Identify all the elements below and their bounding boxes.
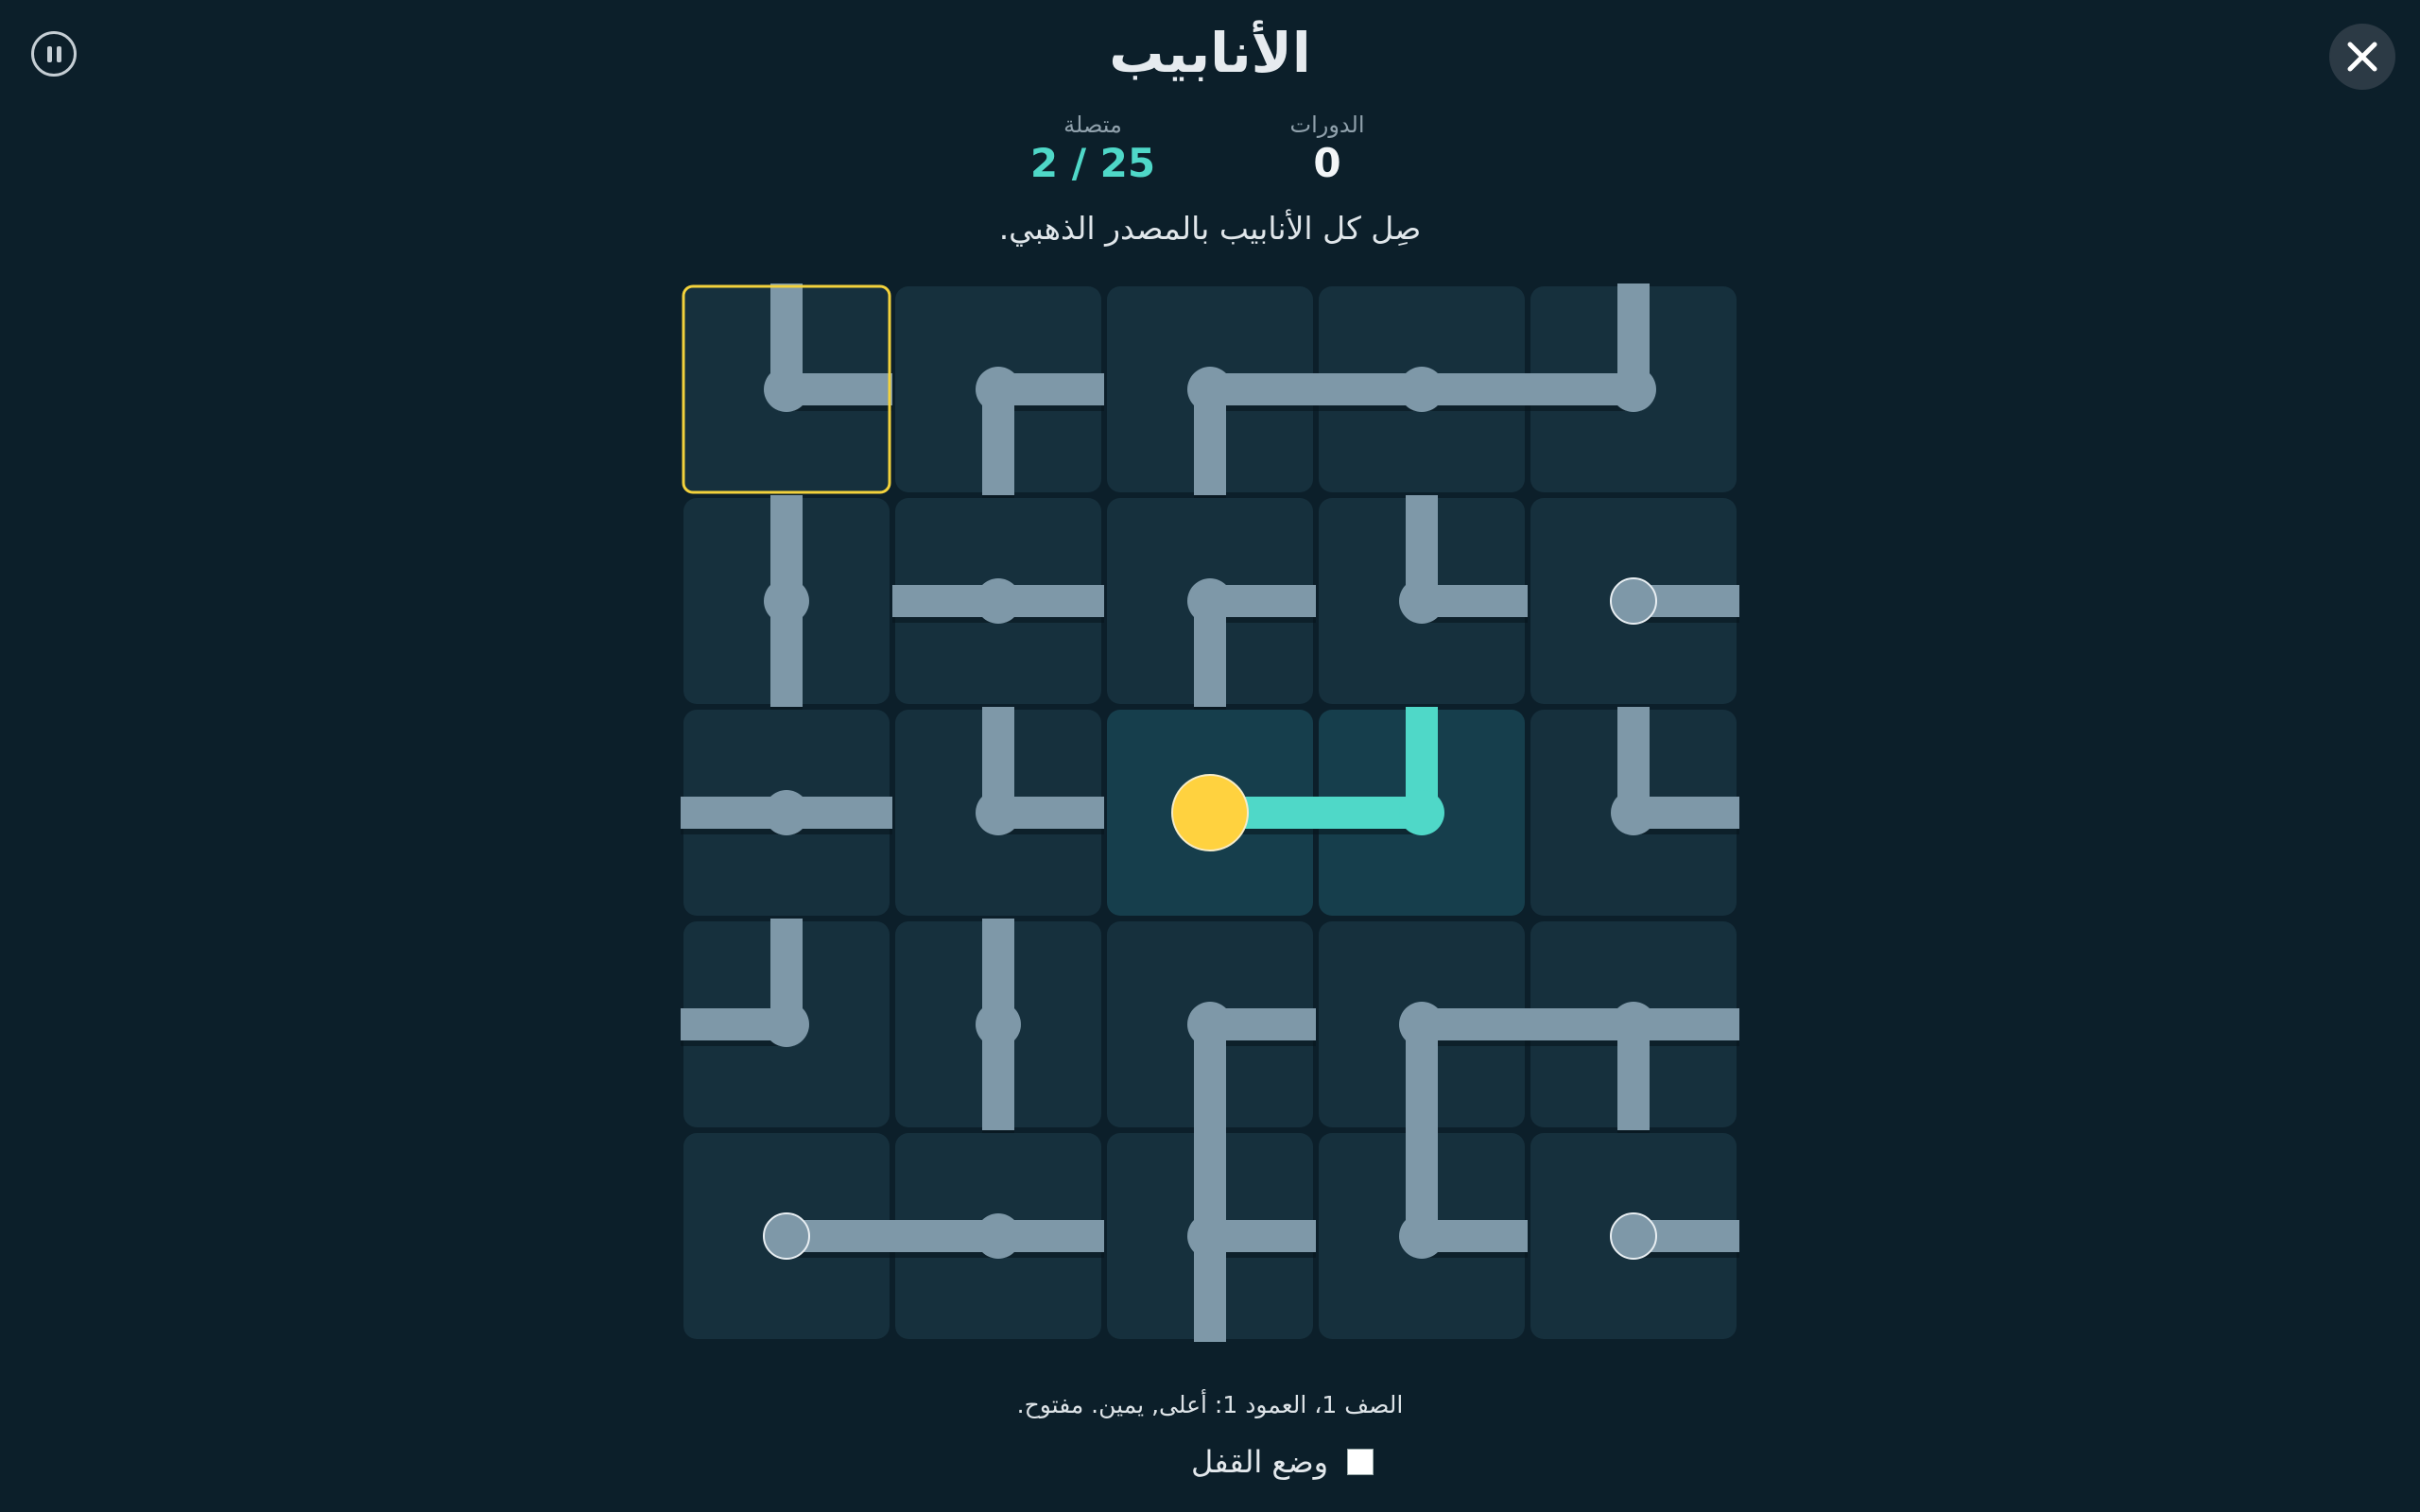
status-text: الصف 1، العمود 1: أعلى, يمين. مفتوح.: [1016, 1391, 1404, 1418]
pipe-tile[interactable]: [1319, 921, 1528, 1136]
pipe-tile[interactable]: [1319, 495, 1528, 704]
pipe-endpoint: [1610, 577, 1657, 625]
pipe-tile[interactable]: [1528, 921, 1739, 1136]
pipe-joint: [1611, 367, 1656, 412]
pipe-tile[interactable]: [683, 495, 890, 713]
pipe-tile[interactable]: [1107, 286, 1316, 501]
pipe-tile[interactable]: [683, 1133, 892, 1339]
connected-value: 2 / 25: [1029, 140, 1156, 186]
pipe-joint: [764, 790, 809, 835]
pipe-tile[interactable]: [895, 286, 1104, 501]
pipe-joint: [1611, 790, 1656, 835]
pipe-joint: [1611, 1002, 1656, 1047]
lock-mode-checkbox[interactable]: [1347, 1449, 1374, 1475]
lock-mode-label: وضع القفل: [1191, 1444, 1329, 1480]
page-title: الأنابيب: [1109, 21, 1311, 85]
pipe-joint: [1187, 1002, 1233, 1047]
pipe-joint: [976, 1213, 1021, 1259]
pipe-tile[interactable]: [895, 919, 1101, 1136]
pipe-joint: [1399, 367, 1444, 412]
turns-stat: الدورات 0: [1233, 112, 1422, 186]
pipe-joint: [976, 578, 1021, 624]
source-node: [1171, 774, 1249, 851]
pipe-tile[interactable]: [1530, 707, 1739, 916]
pipe-tile[interactable]: [1107, 1130, 1316, 1342]
pipe-joint: [1187, 578, 1233, 624]
pipe-tile[interactable]: [892, 498, 1104, 704]
turns-value: 0: [1313, 140, 1341, 186]
pipe-joint: [1187, 367, 1233, 412]
pipe-tile[interactable]: [1107, 710, 1316, 916]
pipe-tile[interactable]: [1316, 286, 1528, 492]
pipe-joint: [1399, 1002, 1444, 1047]
connected-label: متصلة: [1063, 112, 1122, 138]
pipe-joint: [764, 1002, 809, 1047]
pipe-joint: [764, 367, 809, 412]
pipe-tile[interactable]: [681, 710, 892, 916]
pipe-joint: [976, 1002, 1021, 1047]
pipe-endpoint: [763, 1212, 810, 1260]
pipe-joint: [1399, 790, 1444, 835]
turns-label: الدورات: [1289, 112, 1365, 138]
pipe-joint: [1187, 1213, 1233, 1259]
pipe-tile[interactable]: [1319, 1130, 1528, 1339]
pipe-joint: [976, 367, 1021, 412]
pipe-joint: [976, 790, 1021, 835]
pipe-tile[interactable]: [1530, 498, 1739, 704]
lock-mode-row: وضع القفل: [1191, 1444, 1374, 1480]
pipe-endpoint: [1610, 1212, 1657, 1260]
pipe-tile[interactable]: [1316, 707, 1525, 916]
pipe-tile[interactable]: [1107, 498, 1316, 713]
pipe-tile[interactable]: [681, 919, 890, 1127]
pipe-joint: [1399, 578, 1444, 624]
pipe-tile[interactable]: [1530, 1133, 1739, 1339]
pipe-tile[interactable]: [683, 284, 892, 492]
pipe-tile[interactable]: [1528, 284, 1737, 492]
pipe-tile[interactable]: [895, 707, 1104, 916]
pipe-joint: [764, 578, 809, 624]
connected-stat: متصلة 2 / 25: [998, 112, 1187, 186]
pipe-tile[interactable]: [1107, 921, 1316, 1136]
instruction-text: صِل كل الأنابيب بالمصدر الذهبي.: [998, 210, 1422, 247]
pipe-joint: [1399, 1213, 1444, 1259]
pipe-tile[interactable]: [892, 1133, 1104, 1339]
pipe-board: [681, 284, 1739, 1342]
